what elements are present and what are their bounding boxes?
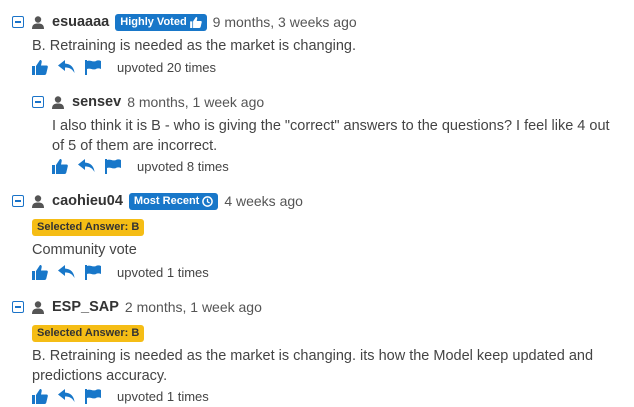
comment-header: caohieu04 Most Recent 4 weeks ago	[12, 191, 303, 211]
comment-text: B. Retraining is needed as the market is…	[32, 38, 357, 54]
comment-header: sensev 8 months, 1 week ago	[32, 92, 264, 112]
username[interactable]: esuaaaa	[52, 14, 109, 30]
reply-icon[interactable]	[58, 389, 75, 403]
timestamp: 9 months, 3 weeks ago	[212, 14, 357, 30]
comment-text: I also think it is B - who is giving the…	[52, 118, 610, 154]
selected-answer-badge: Selected Answer: B	[32, 325, 145, 342]
comment-text: B. Retraining is needed as the market is…	[32, 348, 594, 384]
upvote-count: upvoted 20 times	[117, 59, 217, 75]
comment-actions: upvoted 20 times	[32, 58, 216, 76]
user-icon	[32, 300, 44, 314]
collapse-icon[interactable]	[12, 16, 24, 28]
thumbs-up-icon[interactable]	[32, 59, 48, 75]
collapse-icon[interactable]	[32, 96, 44, 108]
thumbs-up-icon	[189, 16, 202, 28]
comment-actions: upvoted 1 times	[32, 263, 209, 281]
reply-icon[interactable]	[58, 265, 75, 279]
username[interactable]: ESP_SAP	[52, 299, 119, 315]
timestamp: 2 months, 1 week ago	[124, 299, 262, 315]
thumbs-up-icon[interactable]	[32, 264, 48, 280]
user-icon	[32, 194, 44, 208]
clock-icon	[202, 195, 214, 207]
selected-answer-badge: Selected Answer: B	[32, 219, 145, 236]
highly-voted-badge: Highly Voted	[115, 13, 207, 31]
upvote-count: upvoted 8 times	[137, 158, 229, 174]
upvote-count: upvoted 1 times	[117, 388, 209, 404]
user-icon	[52, 95, 64, 109]
flag-icon[interactable]	[85, 264, 101, 280]
comment-actions: upvoted 8 times	[52, 157, 229, 175]
flag-icon[interactable]	[85, 388, 101, 404]
reply-icon[interactable]	[58, 60, 75, 74]
username[interactable]: caohieu04	[52, 193, 123, 209]
thumbs-up-icon[interactable]	[32, 388, 48, 404]
comment-header: esuaaaa Highly Voted 9 months, 3 weeks a…	[12, 12, 357, 32]
timestamp: 8 months, 1 week ago	[127, 94, 265, 110]
most-recent-badge: Most Recent	[128, 192, 219, 210]
flag-icon[interactable]	[105, 158, 121, 174]
flag-icon[interactable]	[85, 59, 101, 75]
username[interactable]: sensev	[72, 94, 121, 110]
comment-header: ESP_SAP 2 months, 1 week ago	[12, 297, 262, 317]
reply-icon[interactable]	[78, 159, 95, 173]
collapse-icon[interactable]	[12, 195, 24, 207]
badge-label: Most Recent	[133, 195, 200, 207]
user-icon	[32, 15, 44, 29]
upvote-count: upvoted 1 times	[117, 264, 209, 280]
timestamp: 4 weeks ago	[224, 193, 303, 209]
badge-label: Highly Voted	[120, 16, 187, 28]
collapse-icon[interactable]	[12, 301, 24, 313]
comment-actions: upvoted 1 times	[32, 387, 209, 405]
comment-text: Community vote	[32, 242, 137, 258]
thumbs-up-icon[interactable]	[52, 158, 68, 174]
